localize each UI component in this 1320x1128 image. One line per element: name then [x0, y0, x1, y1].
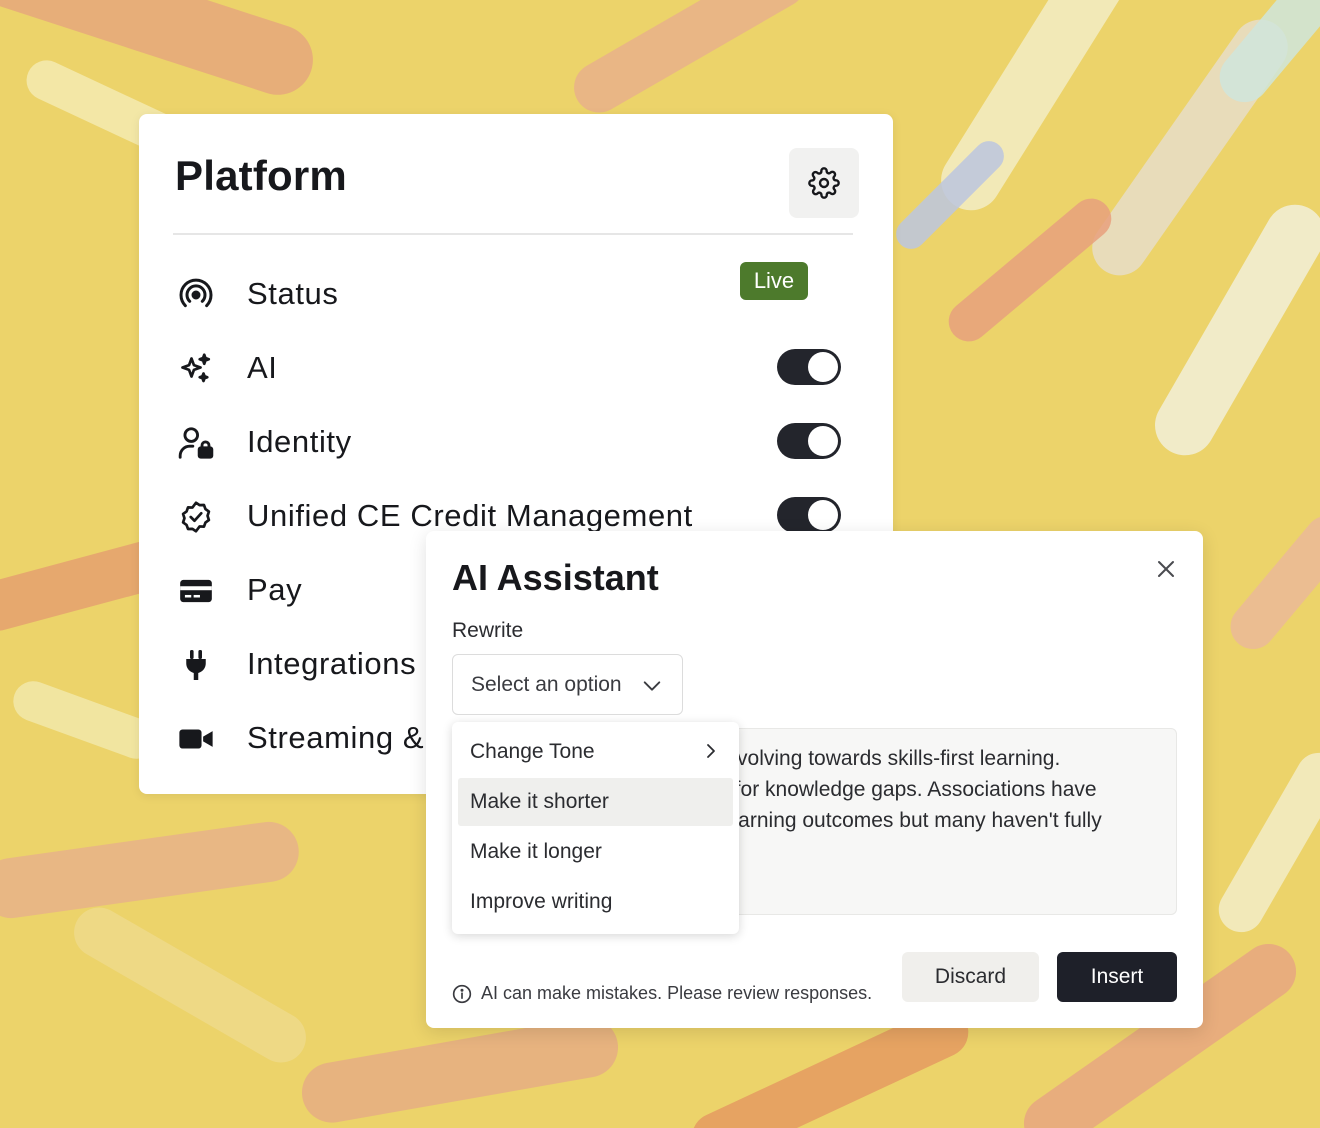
credit-card-icon	[177, 572, 215, 610]
rewrite-options-menu: Change Tone Make it shorter Make it long…	[452, 722, 739, 934]
row-label-ai: AI	[247, 350, 278, 385]
chevron-down-icon	[643, 681, 661, 691]
response-text-area[interactable]: s evolving towards skills-first learning…	[724, 728, 1177, 915]
menu-item-label: Make it longer	[470, 840, 602, 863]
row-label-streaming: Streaming &	[247, 720, 425, 755]
status-badge: Live	[740, 262, 808, 300]
select-placeholder: Select an option	[471, 673, 622, 696]
rewrite-label: Rewrite	[452, 619, 524, 642]
disclaimer-text: AI can make mistakes. Please review resp…	[481, 983, 873, 1003]
response-line: s evolving towards skills-first learning…	[724, 747, 1061, 770]
disclaimer: AI can make mistakes. Please review resp…	[452, 983, 872, 1004]
response-line: r learning outcomes but many haven't ful…	[724, 809, 1102, 832]
response-line: AI for knowledge gaps. Associations have	[724, 778, 1097, 801]
ai-assistant-dialog: AI Assistant Rewrite Select an option s …	[426, 531, 1203, 1028]
discard-button[interactable]: Discard	[902, 952, 1039, 1002]
identity-toggle[interactable]	[777, 423, 841, 459]
row-label-ce-credit: Unified CE Credit Management	[247, 498, 693, 533]
settings-button[interactable]	[789, 148, 859, 218]
platform-title: Platform	[175, 152, 347, 199]
platform-row-identity: Identity	[173, 412, 863, 472]
chevron-right-icon	[707, 744, 715, 758]
rewrite-select[interactable]: Select an option	[452, 654, 683, 715]
row-label-integrations: Integrations	[247, 646, 417, 681]
menu-item-label: Improve writing	[470, 890, 613, 913]
badge-check-icon	[177, 498, 215, 536]
response-text: s evolving towards skills-first learning…	[724, 743, 1169, 836]
plug-icon	[177, 646, 215, 684]
dialog-title: AI Assistant	[452, 557, 659, 598]
video-camera-icon	[177, 720, 215, 758]
close-icon	[1158, 561, 1174, 577]
row-label-identity: Identity	[247, 424, 352, 459]
platform-row-ai: AI	[173, 338, 863, 398]
divider	[173, 233, 853, 235]
menu-item-label: Change Tone	[470, 740, 595, 763]
menu-item-change-tone[interactable]: Change Tone	[458, 728, 733, 776]
menu-item-make-shorter[interactable]: Make it shorter	[458, 778, 733, 826]
ai-toggle[interactable]	[777, 349, 841, 385]
gear-icon	[808, 167, 840, 199]
broadcast-icon	[177, 276, 215, 314]
close-button[interactable]	[1154, 557, 1178, 581]
info-icon	[452, 984, 472, 1003]
sparkles-icon	[177, 350, 215, 388]
menu-item-improve-writing[interactable]: Improve writing	[458, 878, 733, 926]
row-label-status: Status	[247, 276, 339, 311]
ce-credit-toggle[interactable]	[777, 497, 841, 533]
user-lock-icon	[177, 424, 215, 462]
menu-item-label: Make it shorter	[470, 790, 609, 813]
row-label-pay: Pay	[247, 572, 303, 607]
menu-item-make-longer[interactable]: Make it longer	[458, 828, 733, 876]
insert-button[interactable]: Insert	[1057, 952, 1177, 1002]
